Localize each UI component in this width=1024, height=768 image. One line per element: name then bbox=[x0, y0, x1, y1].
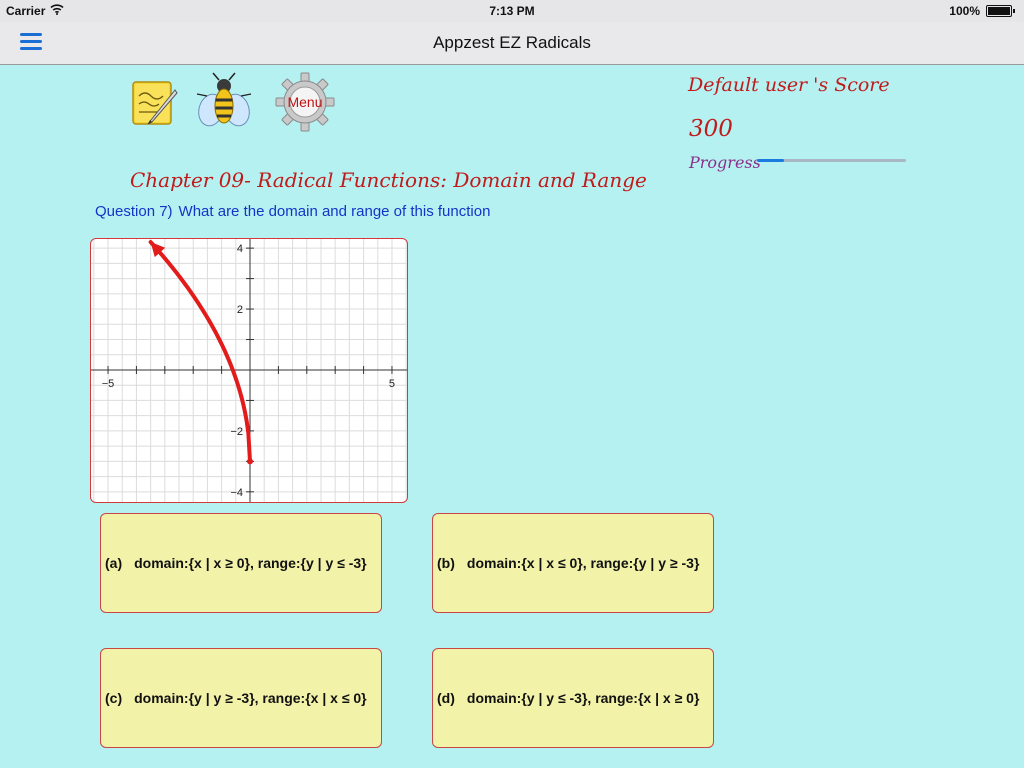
app-title: Appzest EZ Radicals bbox=[433, 33, 591, 52]
settings-menu-button[interactable]: Menu bbox=[275, 72, 335, 132]
answer-text: domain:{x | x ≥ 0}, range:{y | y ≤ -3} bbox=[134, 555, 367, 571]
question-text: Question 7) What are the domain and range… bbox=[95, 203, 496, 220]
progress-bar bbox=[757, 159, 906, 162]
menu-label: Menu bbox=[287, 94, 323, 110]
answer-letter: (b) bbox=[437, 555, 455, 571]
status-time: 7:13 PM bbox=[489, 4, 535, 18]
y-tick-label: −2 bbox=[230, 426, 243, 438]
function-graph: −5 5 4 2 −2 −4 bbox=[90, 238, 408, 503]
chapter-title: Chapter 09- Radical Functions: Domain an… bbox=[130, 168, 647, 192]
battery-icon bbox=[986, 5, 1015, 17]
score-value: 300 bbox=[689, 116, 733, 142]
navigation-bar: Appzest EZ Radicals bbox=[0, 22, 1024, 65]
answer-d-button[interactable]: (d) domain:{y | y ≤ -3}, range:{x | x ≥ … bbox=[432, 648, 714, 748]
answer-a-button[interactable]: (a) domain:{x | x ≥ 0}, range:{y | y ≤ -… bbox=[100, 513, 382, 613]
y-tick-label: −4 bbox=[230, 487, 243, 499]
curve-start-point bbox=[247, 458, 253, 465]
answer-c-button[interactable]: (c) domain:{y | y ≥ -3}, range:{x | x ≤ … bbox=[100, 648, 382, 748]
notepad-icon[interactable] bbox=[131, 78, 179, 128]
answer-text: domain:{x | x ≤ 0}, range:{y | y ≥ -3} bbox=[466, 555, 700, 571]
progress-label: Progress bbox=[689, 153, 761, 172]
graph-canvas: −5 5 4 2 −2 −4 bbox=[91, 239, 407, 502]
bee-icon[interactable] bbox=[195, 72, 253, 132]
question-number: Question 7) bbox=[95, 203, 173, 220]
y-tick-label: 4 bbox=[237, 243, 243, 255]
answer-letter: (d) bbox=[437, 690, 455, 706]
answer-text: domain:{y | y ≥ -3}, range:{x | x ≤ 0} bbox=[134, 690, 367, 706]
score-title: Default user 's Score bbox=[688, 74, 890, 96]
x-tick-label: 5 bbox=[389, 378, 395, 390]
question-prompt: What are the domain and range of this fu… bbox=[178, 203, 491, 220]
x-tick-label: −5 bbox=[102, 378, 115, 390]
y-tick-label: 2 bbox=[237, 304, 243, 316]
answer-text: domain:{y | y ≤ -3}, range:{x | x ≥ 0} bbox=[466, 690, 700, 706]
answer-letter: (c) bbox=[105, 690, 123, 706]
answer-b-button[interactable]: (b) domain:{x | x ≤ 0}, range:{y | y ≥ -… bbox=[432, 513, 714, 613]
progress-fill bbox=[757, 159, 784, 162]
battery-percent: 100% bbox=[949, 4, 980, 18]
answer-letter: (a) bbox=[105, 555, 123, 571]
status-bar: Carrier 7:13 PM 100% bbox=[0, 0, 1024, 22]
